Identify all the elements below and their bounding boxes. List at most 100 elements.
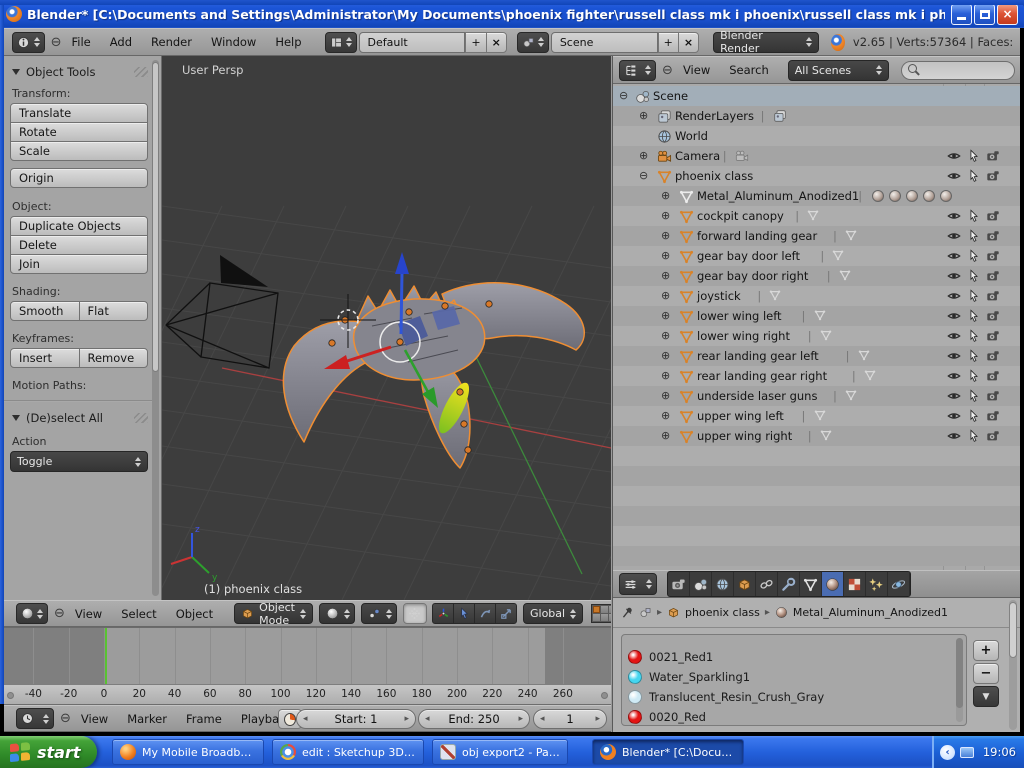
cursor-icon[interactable] — [967, 249, 981, 263]
tab-world[interactable] — [712, 572, 734, 596]
viewport-canvas[interactable]: z y User Persp (1) phoenix class — [162, 56, 611, 600]
material-slot-0021_red1[interactable]: 0021_Red1 — [628, 647, 713, 667]
outliner-item-label[interactable]: lower wing right — [697, 329, 790, 343]
remove-keyframe-button[interactable]: Remove — [79, 348, 149, 368]
cursor-icon[interactable] — [967, 269, 981, 283]
outliner-row-camera[interactable]: ⊕Camera| — [613, 146, 1020, 166]
tab-material[interactable] — [822, 572, 844, 596]
viewport-menu-object[interactable]: Object — [176, 607, 213, 621]
cursor-icon[interactable] — [967, 389, 981, 403]
add-material-slot-button[interactable]: + — [973, 640, 999, 661]
eye-icon[interactable] — [947, 209, 961, 223]
network-icon[interactable] — [960, 747, 974, 758]
tab-scene[interactable] — [690, 572, 712, 596]
scrollbar-thumb[interactable] — [956, 638, 963, 708]
cursor-icon[interactable] — [967, 289, 981, 303]
join-button[interactable]: Join — [10, 254, 148, 274]
render-restrict-icon[interactable] — [986, 409, 1000, 423]
expand-icon[interactable]: ⊕ — [661, 349, 670, 362]
render-restrict-icon[interactable] — [986, 149, 1000, 163]
translate-manipulator-button[interactable] — [432, 603, 454, 624]
material-specials-button[interactable]: ▼ — [973, 686, 999, 707]
collapse-icon[interactable]: ⊖ — [619, 89, 628, 102]
menu-add[interactable]: Add — [110, 35, 132, 49]
expand-icon[interactable]: ⊕ — [661, 369, 670, 382]
eye-icon[interactable] — [947, 409, 961, 423]
scale-button[interactable]: Scale — [10, 141, 148, 161]
tab-data[interactable] — [800, 572, 822, 596]
expand-icon[interactable]: ⊕ — [661, 429, 670, 442]
outliner-row-lower-wing-left[interactable]: ⊕lower wing left| — [613, 306, 1020, 326]
playhead[interactable] — [105, 628, 107, 684]
insert-keyframe-button[interactable]: Insert — [10, 348, 80, 368]
eye-icon[interactable] — [947, 349, 961, 363]
breadcrumb-object[interactable]: phoenix class — [685, 606, 760, 619]
cursor-icon[interactable] — [967, 329, 981, 343]
render-restrict-icon[interactable] — [986, 349, 1000, 363]
outliner-row-upper-wing-right[interactable]: ⊕upper wing right| — [613, 426, 1020, 446]
outliner-row-gear-bay-door-right[interactable]: ⊕gear bay door right| — [613, 266, 1020, 286]
tab-render[interactable] — [668, 572, 690, 596]
editor-type-button-3dview[interactable] — [16, 603, 48, 624]
outliner-row-gear-bay-door-left[interactable]: ⊕gear bay door left| — [613, 246, 1020, 266]
end-frame-field[interactable]: ◂End: 250▸ — [418, 709, 530, 729]
outliner-item-label[interactable]: cockpit canopy — [697, 209, 784, 223]
expand-icon[interactable]: ⊕ — [661, 389, 670, 402]
layer-cell[interactable] — [593, 614, 600, 621]
render-restrict-icon[interactable] — [986, 289, 1000, 303]
timeline-menu-frame[interactable]: Frame — [186, 712, 222, 726]
outliner-item-label[interactable]: Camera — [675, 149, 720, 163]
eye-icon[interactable] — [947, 249, 961, 263]
scrollbar-thumb[interactable] — [152, 62, 159, 372]
tab-object[interactable] — [734, 572, 756, 596]
render-restrict-icon[interactable] — [986, 309, 1000, 323]
eye-icon[interactable] — [947, 169, 961, 183]
timeline-ruler[interactable]: -40-200204060801001201401601802002202402… — [4, 684, 611, 705]
breadcrumb-material[interactable]: Metal_Aluminum_Anodized1 — [793, 606, 948, 619]
outliner-item-label[interactable]: forward landing gear — [697, 229, 817, 243]
collapse-icon[interactable]: ⊖ — [639, 169, 648, 182]
tray-chevron-icon[interactable]: ‹ — [940, 745, 955, 760]
outliner-row-metal-aluminum-anodized1[interactable]: ⊕Metal_Aluminum_Anodized1| — [613, 186, 1020, 206]
material-list-scrollbar[interactable] — [956, 638, 963, 722]
collapse-menus-icon[interactable]: ⊖ — [54, 606, 65, 621]
cursor-icon[interactable] — [967, 309, 981, 323]
outliner-item-label[interactable]: phoenix class — [675, 169, 753, 183]
cursor-icon[interactable] — [967, 149, 981, 163]
editor-type-button-timeline[interactable] — [16, 708, 54, 729]
eye-icon[interactable] — [947, 309, 961, 323]
screen-layout-field[interactable]: Default — [359, 32, 466, 53]
manipulator-toggle[interactable] — [403, 603, 427, 624]
material-slot-0020_red[interactable]: 0020_Red — [628, 707, 706, 727]
cursor-icon[interactable] — [967, 409, 981, 423]
menu-render[interactable]: Render — [151, 35, 192, 49]
taskbar-task-paint[interactable]: obj export2 - Paint — [432, 739, 568, 765]
outliner-item-label[interactable]: joystick — [697, 289, 741, 303]
arc-manipulator-button[interactable] — [474, 603, 496, 624]
eye-icon[interactable] — [947, 429, 961, 443]
screen-layout-icon-button[interactable] — [325, 32, 357, 53]
rotate-manipulator-button[interactable] — [453, 603, 475, 624]
layer-cell[interactable] — [601, 606, 608, 613]
editor-type-button-properties[interactable] — [619, 573, 657, 595]
action-select[interactable]: Toggle — [10, 451, 148, 472]
start-button[interactable]: start — [0, 736, 97, 768]
menu-window[interactable]: Window — [211, 35, 256, 49]
expand-icon[interactable]: ⊕ — [661, 209, 670, 222]
eye-icon[interactable] — [947, 389, 961, 403]
layer-cell[interactable] — [609, 614, 611, 621]
render-restrict-icon[interactable] — [986, 169, 1000, 183]
outliner-row-renderlayers[interactable]: ⊕RenderLayers| — [613, 106, 1020, 126]
panel-expand-icon[interactable] — [12, 69, 20, 75]
render-engine-select[interactable]: Blender Render — [713, 32, 819, 53]
panel-deselect-all[interactable]: (De)select All — [12, 411, 148, 425]
outliner-row-rear-landing-gear-right[interactable]: ⊕rear landing gear right| — [613, 366, 1020, 386]
outliner-item-label[interactable]: RenderLayers — [675, 109, 754, 123]
properties-scrollbar[interactable] — [1009, 600, 1017, 730]
add-layout-button[interactable]: + — [465, 32, 486, 53]
menu-help[interactable]: Help — [275, 35, 301, 49]
flat-button[interactable]: Flat — [79, 301, 149, 321]
taskbar-task-blender[interactable]: Blender* [C:\Docume... — [592, 739, 744, 765]
collapse-menus-icon[interactable]: ⊖ — [51, 35, 62, 50]
render-restrict-icon[interactable] — [986, 429, 1000, 443]
